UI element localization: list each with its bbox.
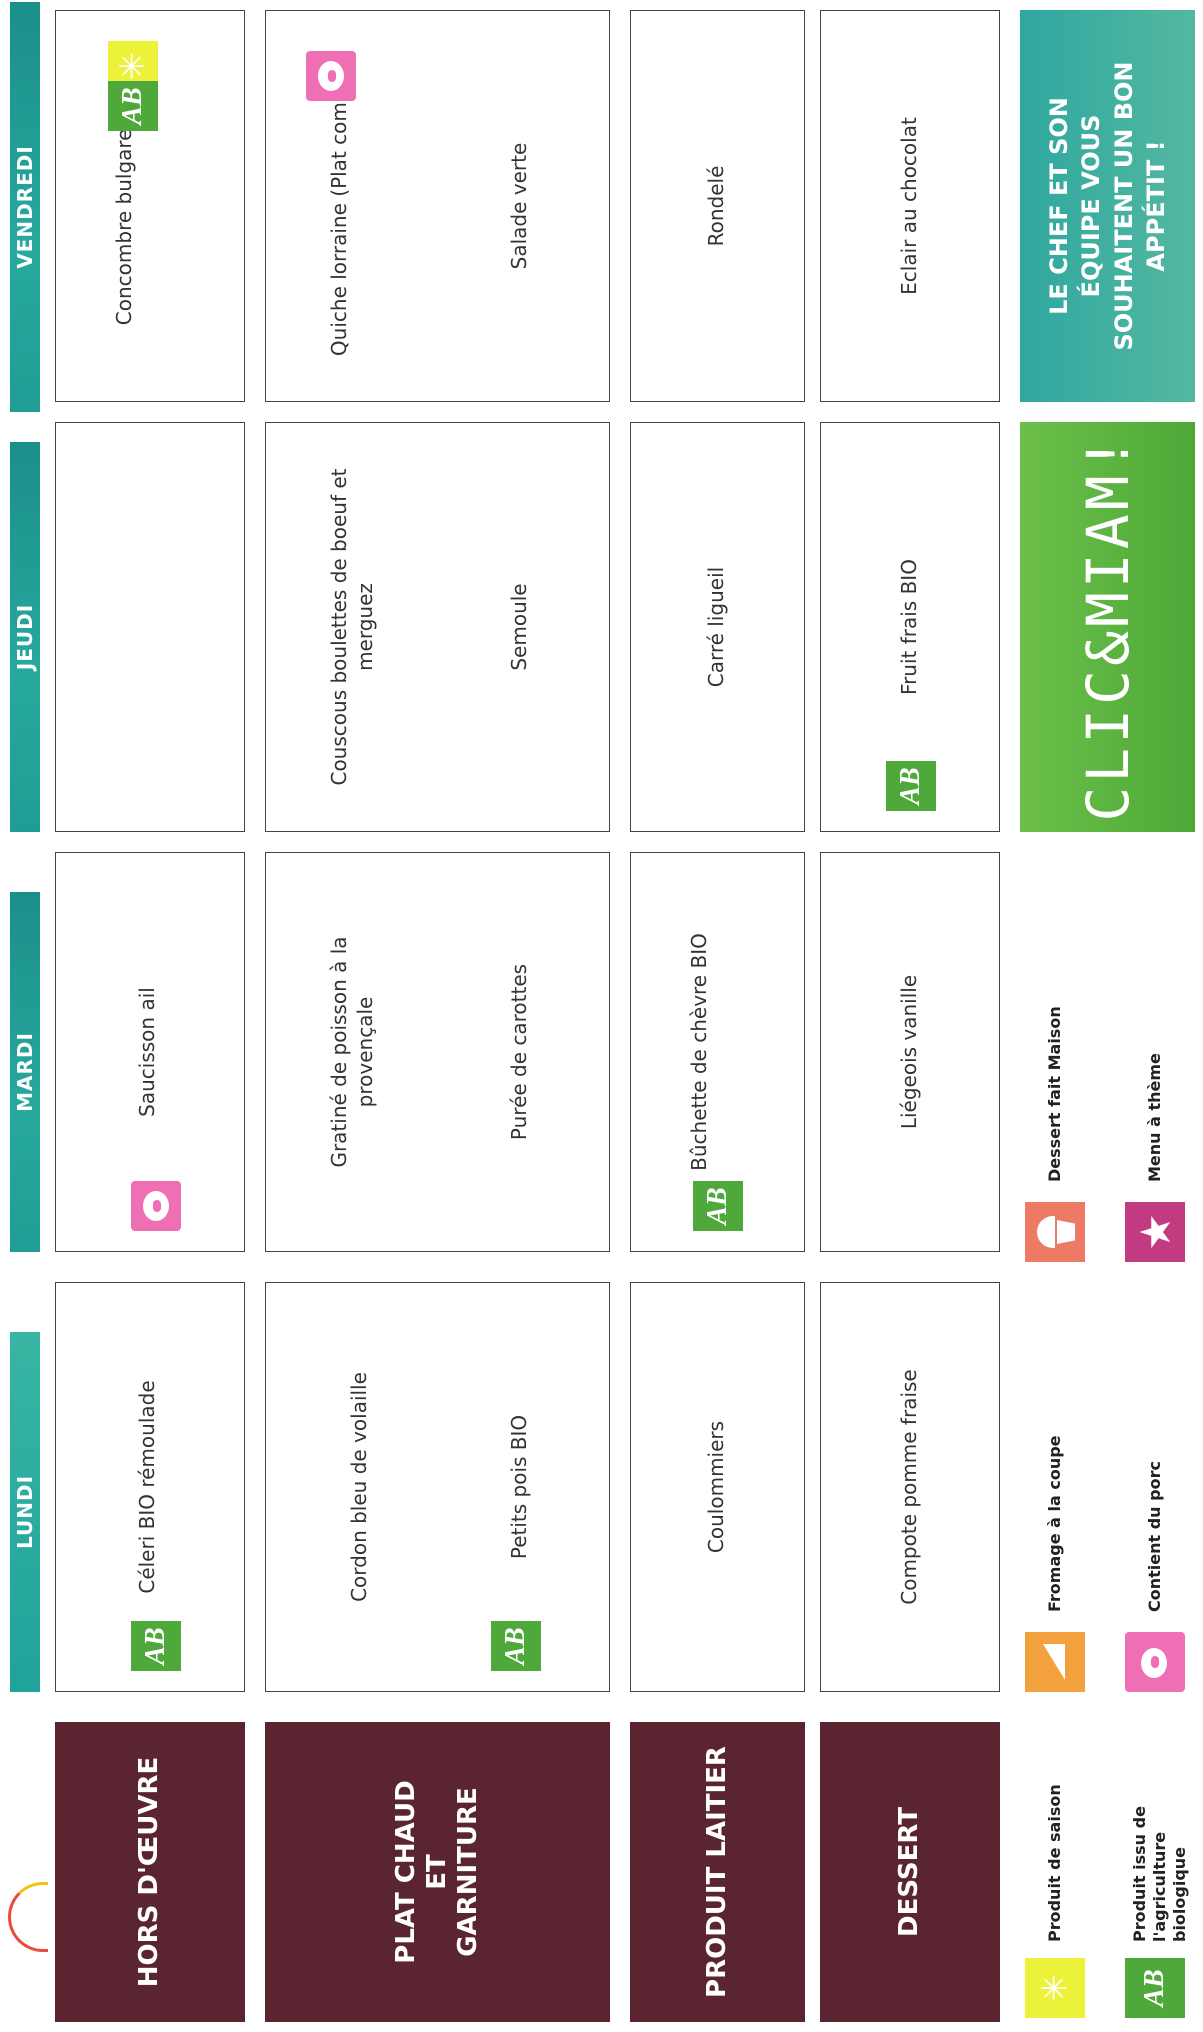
row-label-dessert: DESSERT [820, 1722, 1000, 2022]
legend-dessert-maison: Dessert fait Maison [1045, 1006, 1064, 1182]
dish-text: Semoule [507, 583, 531, 671]
legend-fromage: Fromage à la coupe [1045, 1435, 1064, 1612]
day-label: MARDI [13, 1032, 37, 1112]
cell-mardi-dessert: Liégeois vanille [820, 852, 1000, 1252]
pig-icon [131, 1181, 181, 1231]
chef-message-text: LE CHEF ET SON ÉQUIPE VOUS SOUHAITENT UN… [1044, 61, 1170, 351]
cell-lundi-dessert: Compote pomme fraise [820, 1282, 1000, 1692]
clic-miam-banner: CLIC&MIAM! [1020, 422, 1195, 832]
row-label-text: DESSERT [894, 1807, 925, 1937]
cell-jeudi-plat: Couscous boulettes de boeuf et merguez S… [265, 422, 610, 832]
cell-vendredi-plat: Quiche lorraine (Plat complet) Salade ve… [265, 10, 610, 402]
bio-ab-icon: AB [693, 1181, 743, 1231]
cell-mardi-hors-doeuvre: Saucisson ail [55, 852, 245, 1252]
dish-text: Couscous boulettes de boeuf et merguez [327, 468, 377, 786]
legend-porc: Contient du porc [1145, 1461, 1164, 1612]
dish-text: Liégeois vanille [897, 974, 921, 1130]
dish-text: Compote pomme fraise [897, 1369, 921, 1605]
day-label: JEUDI [13, 603, 37, 671]
dish-text: Coulommiers [704, 1420, 728, 1554]
dish-text: Cordon bleu de volaille [347, 1372, 371, 1602]
cell-vendredi-hors-doeuvre: Concombre bulgare BIO ✳ AB [55, 10, 245, 402]
dish-text: Salade verte [507, 142, 531, 270]
cell-vendredi-laitier: Rondelé [630, 10, 805, 402]
cell-lundi-plat: Cordon bleu de volaille Petits pois BIO … [265, 1282, 610, 1692]
day-label: LUNDI [13, 1474, 37, 1550]
day-header-lundi: LUNDI [10, 1332, 40, 1692]
legend-theme: Menu à thème [1145, 1053, 1164, 1182]
bio-ab-icon: AB [1125, 1958, 1185, 2018]
sun-icon: ✳ [1025, 1958, 1085, 2018]
bio-ab-icon: AB [491, 1621, 541, 1671]
chef-message: LE CHEF ET SON ÉQUIPE VOUS SOUHAITENT UN… [1020, 10, 1195, 402]
bio-ab-icon: AB [886, 761, 936, 811]
logo-arc-icon [8, 1882, 48, 1952]
row-label-laitier: PRODUIT LAITIER [630, 1722, 805, 2022]
legend-bio: Produit issu de l'agriculture biologique [1130, 1806, 1189, 1942]
cell-jeudi-dessert: Fruit frais BIO AB [820, 422, 1000, 832]
banner-text: CLIC&MIAM! [1073, 432, 1142, 822]
day-header-mardi: MARDI [10, 892, 40, 1252]
cell-mardi-plat: Gratiné de poisson à la provençale Purée… [265, 852, 610, 1252]
pig-icon [306, 51, 356, 101]
cupcake-icon [1025, 1202, 1085, 1262]
day-header-jeudi: JEUDI [10, 442, 40, 832]
row-label-hors-doeuvre: HORS D'ŒUVRE [55, 1722, 245, 2022]
menu-page: LUNDI MARDI JEUDI VENDREDI HORS D'ŒUVRE … [0, 0, 1203, 2032]
row-label-plat: PLAT CHAUD ET GARNITURE [265, 1722, 610, 2022]
star-icon: ★ [1125, 1202, 1185, 1262]
bio-ab-icon: AB [108, 81, 158, 131]
row-label-text: PRODUIT LAITIER [701, 1746, 732, 1998]
menu-sheet: LUNDI MARDI JEUDI VENDREDI HORS D'ŒUVRE … [0, 0, 1203, 2032]
dish-text: Carré ligueil [704, 566, 728, 688]
cell-jeudi-hors-doeuvre [55, 422, 245, 832]
dish-text: Rondelé [704, 165, 728, 247]
cheese-icon [1025, 1632, 1085, 1692]
pig-icon [1125, 1632, 1185, 1692]
cell-vendredi-dessert: Eclair au chocolat [820, 10, 1000, 402]
dish-text: Purée de carottes [507, 963, 531, 1141]
day-label: VENDREDI [13, 145, 37, 269]
dish-text: Eclair au chocolat [897, 117, 921, 295]
cell-lundi-laitier: Coulommiers [630, 1282, 805, 1692]
legend-saison: Produit de saison [1045, 1784, 1064, 1942]
cell-mardi-laitier: Bûchette de chèvre BIO AB [630, 852, 805, 1252]
bio-ab-icon: AB [131, 1621, 181, 1671]
row-label-text: HORS D'ŒUVRE [134, 1756, 165, 1988]
cell-jeudi-laitier: Carré ligueil [630, 422, 805, 832]
cell-lundi-hors-doeuvre: Céleri BIO rémoulade AB [55, 1282, 245, 1692]
day-header-vendredi: VENDREDI [10, 2, 40, 412]
dish-text: Gratiné de poisson à la provençale [327, 936, 377, 1168]
row-label-text: PLAT CHAUD ET GARNITURE [390, 1780, 484, 1964]
